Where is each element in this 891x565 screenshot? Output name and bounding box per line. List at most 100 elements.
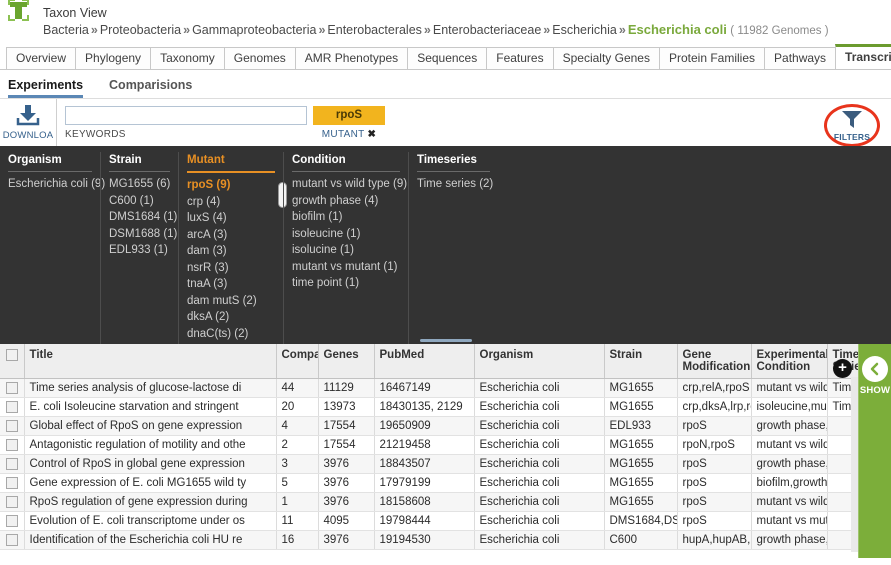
tab-features[interactable]: Features xyxy=(486,47,554,69)
panel-resize-handle[interactable] xyxy=(419,339,472,342)
select-all-checkbox[interactable] xyxy=(6,349,19,361)
facet-item[interactable]: EDL933 (1) xyxy=(109,242,170,259)
facet-item[interactable]: Escherichia coli (9) xyxy=(8,176,105,193)
breadcrumb-item-0[interactable]: Bacteria xyxy=(43,23,89,37)
facet-item[interactable]: C600 (1) xyxy=(109,193,170,210)
facet-item[interactable]: biofilm (1) xyxy=(292,209,400,226)
row-checkbox[interactable] xyxy=(5,382,18,394)
tab-overview[interactable]: Overview xyxy=(6,47,77,69)
row-checkbox[interactable] xyxy=(5,477,18,490)
column-header-comparisons[interactable]: Compari xyxy=(276,344,319,379)
table-row[interactable]: Identification of the Escherichia coli H… xyxy=(0,530,891,551)
column-header-title[interactable]: Title xyxy=(24,344,277,379)
facet-header-mutant[interactable]: Mutant xyxy=(187,152,275,173)
table-row[interactable]: Control of RpoS in global gene expressio… xyxy=(0,454,891,475)
cell-title[interactable]: Antagonistic regulation of motility and … xyxy=(24,435,277,456)
facet-header-condition[interactable]: Condition xyxy=(292,152,400,172)
add-column-button[interactable]: + xyxy=(833,359,852,378)
remove-filter-icon[interactable]: ✖ xyxy=(365,129,377,140)
cell-title[interactable]: Control of RpoS in global gene expressio… xyxy=(24,454,277,475)
tab-amr-phenotypes[interactable]: AMR Phenotypes xyxy=(294,47,409,69)
column-header-gene-modification[interactable]: Gene Modification xyxy=(677,344,752,379)
tab-pathways[interactable]: Pathways xyxy=(764,47,837,69)
cell-pubmed[interactable]: 18843507 xyxy=(374,454,475,475)
breadcrumb-item-5[interactable]: Escherichia xyxy=(552,23,617,37)
cell-pubmed[interactable]: 17979199 xyxy=(374,473,475,494)
facet-item[interactable]: MG1655 (6) xyxy=(109,176,170,193)
tab-phylogeny[interactable]: Phylogeny xyxy=(75,47,152,69)
subtab-experiments[interactable]: Experiments xyxy=(8,78,84,98)
tab-specialty-genes[interactable]: Specialty Genes xyxy=(552,47,660,69)
cell-pubmed[interactable]: 18430135, 2129 xyxy=(374,397,475,418)
table-row[interactable]: E. coli Isoleucine starvation and string… xyxy=(0,397,891,418)
facet-item[interactable]: growth phase (4) xyxy=(292,193,400,210)
cell-pubmed[interactable]: 19650909 xyxy=(374,416,475,437)
table-row[interactable]: Global effect of RpoS on gene expression… xyxy=(0,416,891,437)
tab-genomes[interactable]: Genomes xyxy=(223,47,296,69)
row-checkbox[interactable] xyxy=(5,515,18,528)
facet-item[interactable]: dnaC(ts) (2) xyxy=(187,326,275,343)
column-header-strain[interactable]: Strain xyxy=(604,344,678,379)
facet-item[interactable]: rpoS (9) xyxy=(187,177,275,194)
table-row[interactable]: RpoS regulation of gene expression durin… xyxy=(0,492,891,513)
facet-item[interactable]: dam mutS (2) xyxy=(187,293,275,310)
cell-title[interactable]: RpoS regulation of gene expression durin… xyxy=(24,492,277,513)
row-checkbox[interactable] xyxy=(5,458,18,471)
cell-pubmed[interactable]: 19194530 xyxy=(374,530,475,551)
show-filters-panel-button[interactable]: SHOW xyxy=(858,344,891,558)
subtab-comparisions[interactable]: Comparisions xyxy=(109,78,192,98)
facet-header-strain[interactable]: Strain xyxy=(109,152,170,172)
row-checkbox[interactable] xyxy=(5,496,18,509)
facet-item[interactable]: Time series (2) xyxy=(417,176,493,193)
cell-title[interactable]: Global effect of RpoS on gene expression xyxy=(24,416,277,437)
tab-sequences[interactable]: Sequences xyxy=(407,47,488,69)
breadcrumb-item-3[interactable]: Enterobacterales xyxy=(327,23,422,37)
facet-item[interactable]: DSM1688 (1) xyxy=(109,226,177,243)
tab-protein-families[interactable]: Protein Families xyxy=(658,47,766,69)
row-checkbox[interactable] xyxy=(5,439,18,452)
filters-button[interactable]: FILTERS xyxy=(824,103,880,147)
breadcrumb-item-2[interactable]: Gammaproteobacteria xyxy=(192,23,316,37)
tab-taxonomy[interactable]: Taxonomy xyxy=(150,47,225,69)
download-button[interactable]: DOWNLOA xyxy=(0,99,57,146)
cell-title[interactable]: Time series analysis of glucose-lactose … xyxy=(24,378,277,399)
cell-pubmed[interactable]: 16467149 xyxy=(374,378,475,399)
table-vertical-scrollbar[interactable] xyxy=(851,377,858,552)
facet-item[interactable]: crp (4) xyxy=(187,194,275,211)
facet-item[interactable]: mutant vs mutant (1) xyxy=(292,259,400,276)
row-checkbox[interactable] xyxy=(5,401,18,414)
column-header-experimental-condition[interactable]: Experimental Condition xyxy=(751,344,828,379)
row-checkbox[interactable] xyxy=(5,534,18,547)
facet-item[interactable]: isolucine (1) xyxy=(292,242,400,259)
facet-item[interactable]: luxS (4) xyxy=(187,210,275,227)
facet-item[interactable]: time point (1) xyxy=(292,275,400,292)
facet-item[interactable]: tnaA (3) xyxy=(187,276,275,293)
cell-pubmed[interactable]: 19798444 xyxy=(374,511,475,532)
table-row[interactable]: Antagonistic regulation of motility and … xyxy=(0,435,891,456)
table-row[interactable]: Time series analysis of glucose-lactose … xyxy=(0,378,891,399)
cell-title[interactable]: Identification of the Escherichia coli H… xyxy=(24,530,277,551)
cell-title[interactable]: Gene expression of E. coli MG1655 wild t… xyxy=(24,473,277,494)
facet-item[interactable]: dam (3) xyxy=(187,243,275,260)
tab-transcriptomics[interactable]: Transcriptomics xyxy=(835,44,891,69)
facet-item[interactable]: mutant vs wild type (9) xyxy=(292,176,407,193)
table-row[interactable]: Gene expression of E. coli MG1655 wild t… xyxy=(0,473,891,494)
filter-pill-rpos[interactable]: rpoS xyxy=(313,106,385,125)
cell-title[interactable]: Evolution of E. coli transcriptome under… xyxy=(24,511,277,532)
facet-header-timeseries[interactable]: Timeseries xyxy=(417,152,490,172)
facet-item[interactable]: dksA (2) xyxy=(187,309,275,326)
column-header-genes[interactable]: Genes xyxy=(318,344,375,379)
facet-item[interactable]: DMS1684 (1) xyxy=(109,209,177,226)
keywords-input[interactable] xyxy=(65,106,307,125)
cell-pubmed[interactable]: 21219458 xyxy=(374,435,475,456)
row-checkbox[interactable] xyxy=(5,420,18,433)
cell-title[interactable]: E. coli Isoleucine starvation and string… xyxy=(24,397,277,418)
facet-item[interactable]: nsrR (3) xyxy=(187,260,275,277)
table-row[interactable]: Evolution of E. coli transcriptome under… xyxy=(0,511,891,532)
facet-item[interactable]: arcA (3) xyxy=(187,227,275,244)
facet-item[interactable]: isoleucine (1) xyxy=(292,226,400,243)
column-header-organism[interactable]: Organism xyxy=(474,344,605,379)
breadcrumb-item-1[interactable]: Proteobacteria xyxy=(100,23,181,37)
breadcrumb-item-4[interactable]: Enterobacteriaceae xyxy=(433,23,541,37)
column-header-pubmed[interactable]: PubMed xyxy=(374,344,475,379)
